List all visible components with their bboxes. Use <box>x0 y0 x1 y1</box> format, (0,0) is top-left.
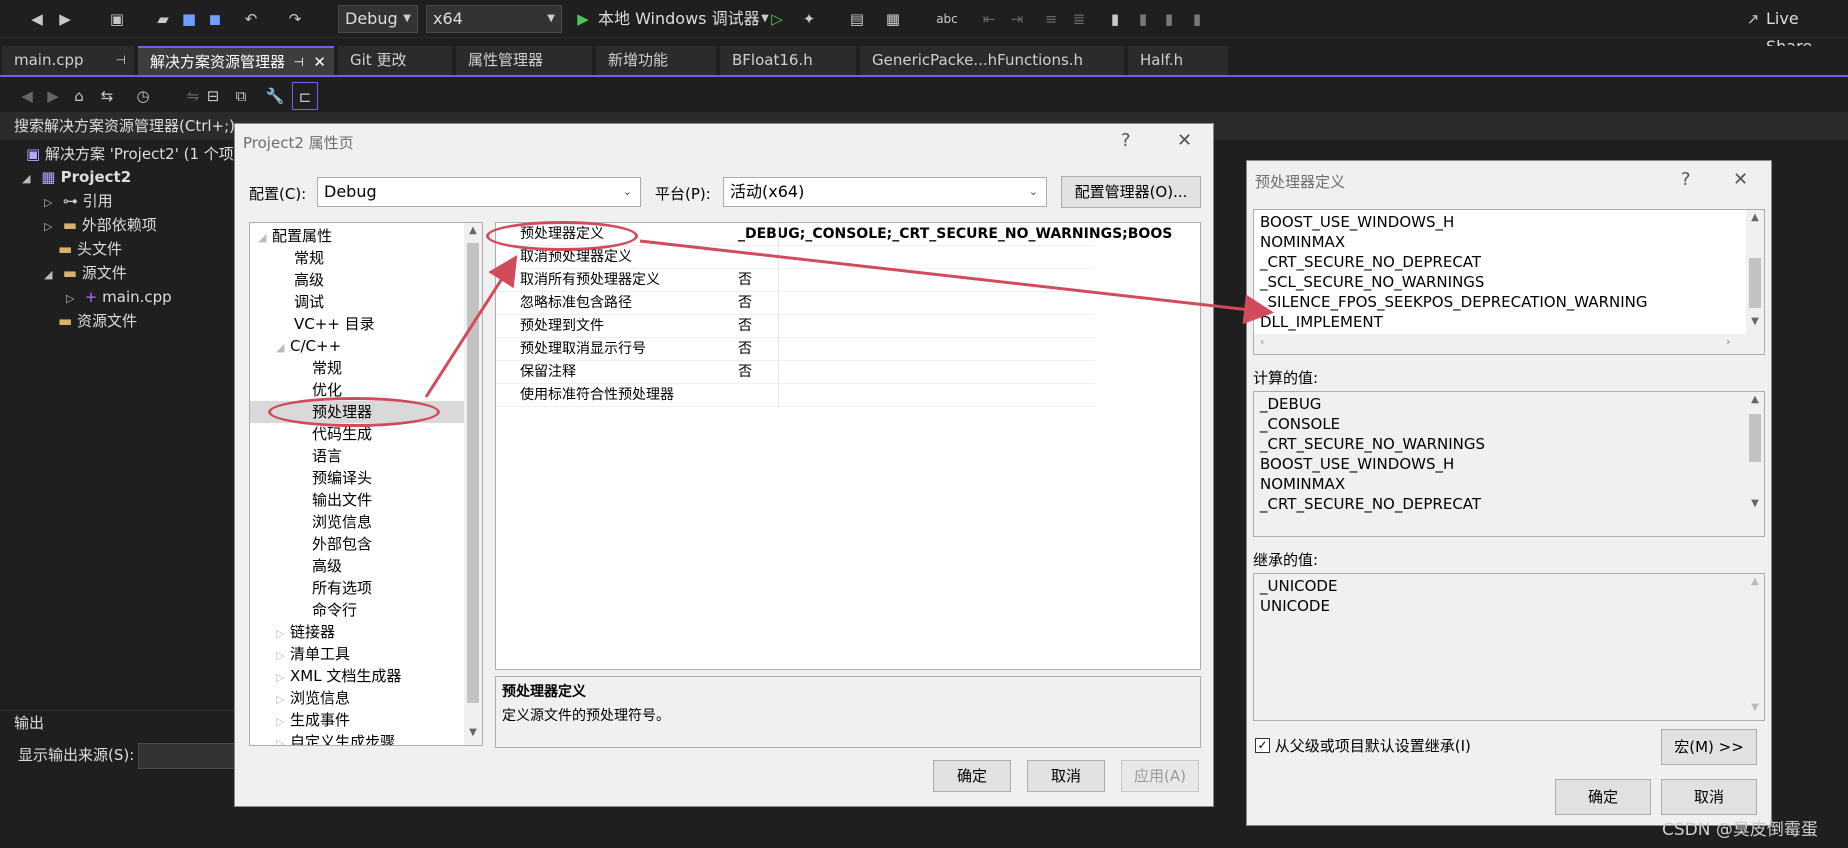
annotation-arrow <box>639 239 1274 325</box>
annotation-arrow <box>424 254 518 398</box>
watermark: CSDN @臭皮倒霉蛋 <box>1662 820 1818 840</box>
annotation-arrows <box>424 239 1274 398</box>
